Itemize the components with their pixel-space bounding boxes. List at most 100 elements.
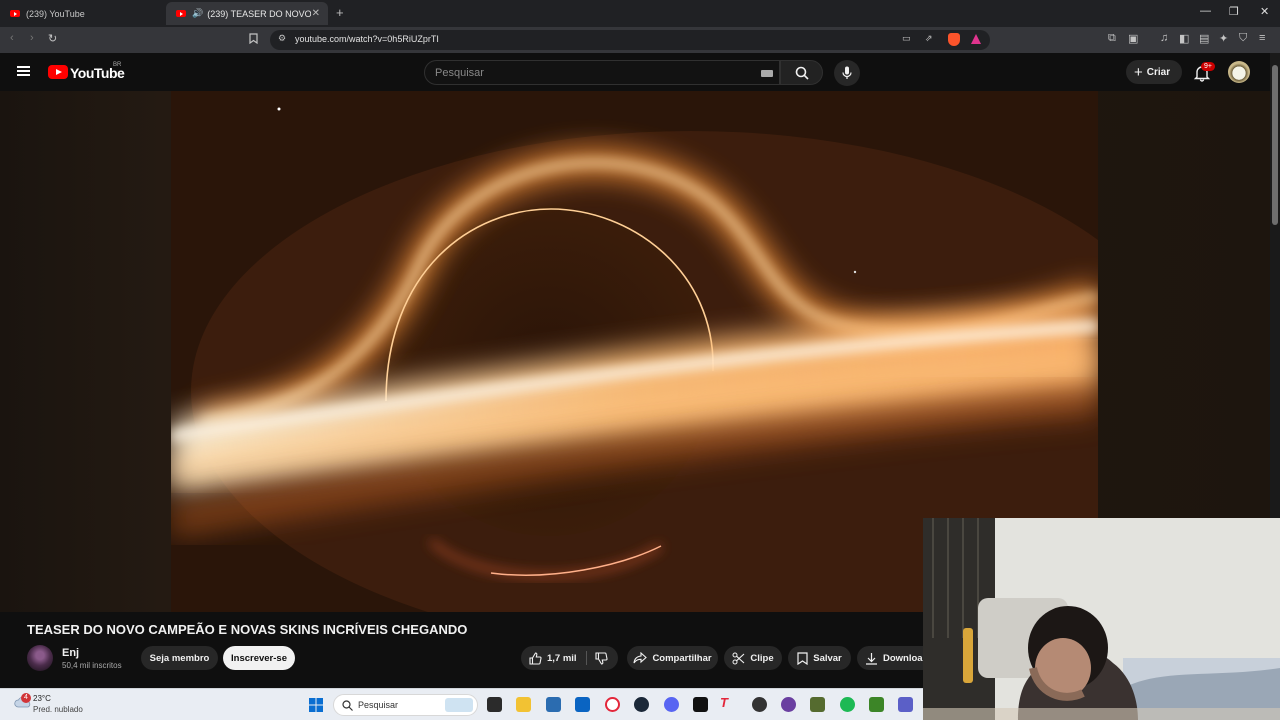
- brave-rewards-icon[interactable]: [971, 34, 981, 44]
- account-avatar[interactable]: [1228, 61, 1250, 83]
- thumbs-up-icon: [529, 651, 542, 665]
- search-button[interactable]: [780, 60, 823, 85]
- youtube-favicon-icon: [176, 10, 186, 17]
- tiktok-icon[interactable]: [693, 697, 708, 712]
- download-button[interactable]: Download: [857, 646, 932, 670]
- minecraft-icon[interactable]: [869, 697, 884, 712]
- keyboard-icon[interactable]: [761, 70, 773, 77]
- leo-ai-icon[interactable]: ✦: [1219, 32, 1228, 45]
- file-explorer-icon[interactable]: [516, 697, 531, 712]
- save-button[interactable]: Salvar: [788, 646, 851, 670]
- subscriber-count: 50,4 mil inscritos: [62, 661, 122, 670]
- scissors-icon: [732, 652, 745, 664]
- maximize-button[interactable]: ❐: [1229, 5, 1239, 18]
- channel-avatar[interactable]: [27, 645, 53, 671]
- twitch-studio-icon[interactable]: T: [720, 695, 735, 710]
- media-icon[interactable]: ♫: [1160, 32, 1168, 44]
- weather-temperature[interactable]: 23°C: [33, 694, 51, 703]
- youtube-header: YouTube BR Pesquisar + Criar 9+: [0, 53, 1280, 91]
- scrollbar-thumb[interactable]: [1272, 65, 1278, 225]
- share-page-icon[interactable]: ⇗: [925, 33, 933, 44]
- tab-label: (239) TEASER DO NOVO CAM: [207, 8, 312, 19]
- reload-icon[interactable]: ↻: [48, 32, 57, 45]
- tab-video-active[interactable]: 🔊 (239) TEASER DO NOVO CAM ✕: [166, 2, 328, 25]
- hamburger-menu-icon[interactable]: [17, 66, 30, 76]
- tab-youtube-home[interactable]: (239) YouTube: [0, 2, 165, 25]
- like-button[interactable]: 1,7 mil: [529, 651, 577, 665]
- cast-icon[interactable]: ▭: [902, 33, 911, 44]
- taskbar-search-input[interactable]: Pesquisar: [333, 694, 478, 716]
- save-label: Salvar: [813, 652, 842, 664]
- twitch-icon[interactable]: [781, 697, 796, 712]
- webcam-feed-image: [923, 518, 1280, 720]
- subscribe-label: Inscrever-se: [231, 652, 287, 664]
- browser-toolbar: ‹ › ↻ ⚙ youtube.com/watch?v=0h5RiUZprTI …: [0, 27, 1280, 53]
- share-label: Compartilhar: [652, 652, 712, 664]
- task-view-icon[interactable]: [487, 697, 502, 712]
- outlook-icon[interactable]: [575, 697, 590, 712]
- steam-icon[interactable]: [634, 697, 649, 712]
- sidebar-icon[interactable]: ◧: [1179, 32, 1189, 45]
- weather-alert-badge: 4: [21, 693, 31, 703]
- brave-shield-icon[interactable]: [948, 33, 960, 46]
- spotify-icon[interactable]: [840, 697, 855, 712]
- taskbar-search-label: Pesquisar: [358, 700, 399, 710]
- voice-search-button[interactable]: [834, 60, 860, 86]
- search-icon: [342, 700, 353, 711]
- join-button[interactable]: Seja membro: [141, 646, 218, 670]
- youtube-logo-icon[interactable]: [48, 65, 68, 79]
- webcam-overlay: [923, 518, 1280, 720]
- bookmark-icon[interactable]: [249, 33, 258, 47]
- channel-name[interactable]: Enj: [62, 647, 79, 659]
- obs-icon[interactable]: [752, 697, 767, 712]
- minimize-button[interactable]: —: [1200, 5, 1211, 17]
- weather-description[interactable]: Pred. nublado: [33, 705, 83, 714]
- game-launcher-icon[interactable]: [810, 697, 825, 712]
- teams-icon[interactable]: [898, 697, 913, 712]
- extensions-icon[interactable]: ⧉: [1108, 32, 1116, 45]
- search-placeholder: Pesquisar: [435, 67, 484, 79]
- search-highlight-icon: [445, 698, 473, 712]
- windows-start-icon[interactable]: [309, 698, 323, 712]
- tab-label: (239) YouTube: [26, 8, 85, 19]
- subscribe-button[interactable]: Inscrever-se: [223, 646, 295, 670]
- microphone-icon: [842, 66, 852, 79]
- search-icon: [795, 66, 809, 80]
- video-title: TEASER DO NOVO CAMPEÃO E NOVAS SKINS INC…: [27, 622, 468, 637]
- close-tab-icon[interactable]: ✕: [312, 8, 320, 19]
- share-button[interactable]: Compartilhar: [627, 646, 718, 670]
- clip-button[interactable]: Clipe: [724, 646, 782, 670]
- forward-icon[interactable]: ›: [30, 32, 34, 44]
- region-code: BR: [113, 62, 122, 68]
- browser-menu-icon[interactable]: ≡: [1259, 32, 1265, 44]
- address-bar[interactable]: ⚙ youtube.com/watch?v=0h5RiUZprTI ▭ ⇗: [270, 30, 990, 50]
- download-label: Download: [883, 652, 929, 664]
- create-button[interactable]: + Criar: [1126, 60, 1182, 84]
- browser-tab-bar: (239) YouTube 🔊 (239) TEASER DO NOVO CAM…: [0, 0, 1280, 27]
- microsoft-store-icon[interactable]: [546, 697, 561, 712]
- save-bookmark-icon: [797, 651, 808, 665]
- new-tab-icon[interactable]: +: [336, 5, 344, 20]
- like-dislike-bar: 1,7 mil: [521, 646, 618, 670]
- windows-taskbar: 4 23°C Pred. nublado Pesquisar T: [0, 688, 923, 720]
- tab-search-icon[interactable]: ▣: [1128, 32, 1138, 45]
- back-icon[interactable]: ‹: [10, 32, 14, 44]
- vpn-icon[interactable]: ⛉: [1239, 32, 1247, 45]
- download-icon: [866, 652, 877, 665]
- opera-icon[interactable]: [605, 697, 620, 712]
- join-label: Seja membro: [149, 652, 210, 664]
- youtube-favicon-icon: [10, 10, 20, 17]
- close-window-button[interactable]: ✕: [1260, 5, 1269, 18]
- speaker-icon: 🔊: [192, 8, 204, 18]
- thumbs-down-icon: [595, 652, 608, 665]
- dislike-button[interactable]: [595, 652, 613, 668]
- site-info-icon[interactable]: ⚙: [278, 33, 286, 44]
- like-count: 1,7 mil: [547, 652, 577, 664]
- discord-icon[interactable]: [664, 697, 679, 712]
- notification-badge: 9+: [1201, 62, 1215, 71]
- url-text: youtube.com/watch?v=0h5RiUZprTI: [295, 34, 439, 44]
- create-label: Criar: [1146, 66, 1171, 78]
- wallet-icon[interactable]: ▤: [1199, 32, 1209, 45]
- search-input[interactable]: Pesquisar: [424, 60, 780, 85]
- plus-icon: +: [1134, 63, 1143, 81]
